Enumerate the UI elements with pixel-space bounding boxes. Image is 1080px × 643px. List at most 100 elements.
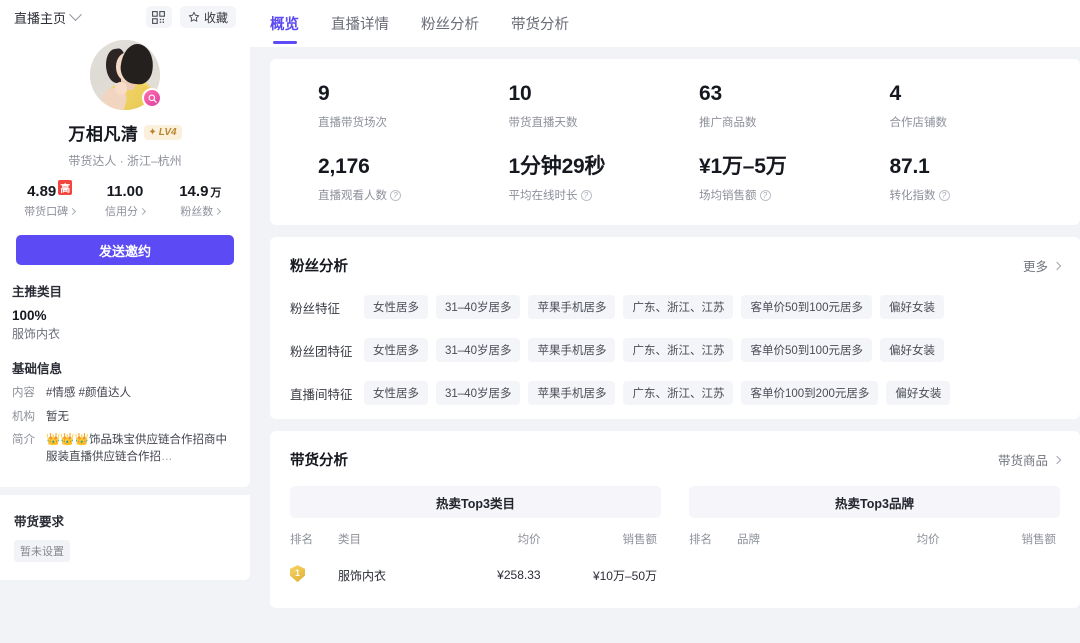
chevron-right-icon	[69, 207, 77, 215]
kpi-value: 63	[699, 82, 722, 105]
td-avg-price: ¥258.33	[497, 568, 541, 583]
live-home-label: 直播主页	[14, 10, 67, 26]
kpi-live-sessions: 9 直播带货场次	[318, 82, 509, 130]
chip: 广东、浙江、江苏	[623, 381, 734, 406]
profile-subtitle: 带货达人 · 浙江–杭州	[68, 154, 182, 168]
tabs-bar: 概览 直播详情 粉丝分析 带货分析	[250, 0, 1080, 47]
star-icon	[188, 11, 200, 22]
basic-info-key: 内容	[12, 387, 35, 399]
fan-row-chips: 女性居多 31–40岁居多 苹果手机居多 广东、浙江、江苏 客单价50到100元…	[364, 338, 944, 363]
basic-info-value: 暂无	[46, 410, 69, 423]
requirement-card: 带货要求 暂未设置	[0, 494, 250, 580]
level-badge: ✦ LV4	[144, 125, 182, 140]
favorite-button[interactable]: 收藏	[179, 6, 236, 28]
profile-card: 直播主页 收藏 万相凡清 ✦ LV4 带货达人 · 浙江–杭州 4.89 高 带…	[0, 0, 250, 487]
stat-reputation-number: 4.89	[27, 183, 57, 200]
live-search-icon[interactable]	[142, 88, 162, 108]
stat-reputation[interactable]: 4.89 高 带货口碑	[12, 180, 87, 219]
th-category: 类目	[338, 534, 361, 547]
chip: 苹果手机居多	[528, 338, 616, 363]
goods-tables: 热卖Top3类目 排名 类目 均价 销售额 1 服饰内衣 ¥258.33 ¥10…	[290, 486, 1060, 594]
chevron-right-icon	[1052, 455, 1062, 464]
send-invite-button[interactable]: 发送邀约	[16, 235, 234, 265]
th-avg-price: 均价	[517, 534, 541, 547]
chip: 苹果手机居多	[528, 381, 616, 406]
table-header-row: 排名 类目 均价 销售额	[290, 518, 661, 556]
th-rank: 排名	[689, 534, 712, 547]
chip: 31–40岁居多	[436, 381, 521, 406]
stat-reputation-value: 4.89 高	[12, 180, 87, 200]
qr-code-icon	[152, 10, 166, 24]
kpi-label-row: 带货直播天数	[509, 114, 700, 130]
chevron-down-icon	[69, 7, 82, 21]
help-icon[interactable]: ?	[938, 189, 950, 201]
live-home-selector[interactable]: 直播主页	[14, 7, 82, 27]
tab-live-detail[interactable]: 直播详情	[331, 0, 389, 47]
chip: 苹果手机居多	[528, 295, 616, 320]
stat-credit-number: 11.00	[106, 183, 144, 200]
level-badge-label: LV4	[158, 127, 177, 138]
main-column: 概览 直播详情 粉丝分析 带货分析 9 直播带货场次 10 带货直播天数 63 …	[250, 0, 1080, 643]
chip: 女性居多	[364, 338, 428, 363]
favorite-label: 收藏	[203, 10, 228, 25]
kpi-label: 带货直播天数	[508, 117, 578, 130]
kpi-label: 场均销售额	[699, 190, 757, 203]
tab-fan-analysis[interactable]: 粉丝分析	[421, 0, 479, 47]
top-brands-table: 排名 品牌 均价 销售额	[689, 518, 1060, 556]
table-row[interactable]: 1 服饰内衣 ¥258.33 ¥10万–50万	[290, 556, 661, 594]
stat-credit-label-row: 信用分	[87, 203, 162, 219]
basic-info-row-agency: 机构 暂无	[12, 409, 238, 426]
th-avg-price: 均价	[916, 534, 940, 547]
kpi-label: 直播观看人数	[318, 190, 387, 203]
help-icon[interactable]: ?	[759, 189, 771, 201]
chip: 31–40岁居多	[436, 295, 521, 320]
qr-code-button[interactable]	[145, 6, 172, 28]
chip: 偏好女装	[879, 338, 944, 363]
chip: 31–40岁居多	[436, 338, 521, 363]
tab-goods-analysis[interactable]: 带货分析	[511, 0, 569, 47]
goods-products-link[interactable]: 带货商品	[998, 450, 1062, 469]
kpi-label: 合作店铺数	[889, 117, 948, 130]
fan-row-label: 直播间特征	[290, 387, 353, 402]
chip: 广东、浙江、江苏	[623, 295, 734, 320]
th-brand: 品牌	[737, 534, 760, 547]
basic-info-key: 简介	[12, 434, 35, 447]
fan-row-fanclub: 粉丝团特征 女性居多 31–40岁居多 苹果手机居多 广东、浙江、江苏 客单价5…	[290, 338, 1060, 363]
kpi-value: 87.1	[889, 155, 930, 179]
top-brands-banner: 热卖Top3品牌	[689, 486, 1060, 519]
sparkle-icon: ✦	[148, 126, 157, 138]
kpi-value: 10	[508, 82, 532, 105]
help-icon[interactable]: ?	[580, 189, 592, 201]
avatar-wrapper[interactable]	[90, 40, 162, 110]
kpi-conversion-index: 87.1 转化指数 ?	[889, 155, 1080, 203]
more-label: 更多	[1022, 260, 1048, 275]
profile-page: 直播主页 收藏 万相凡清 ✦ LV4 带货达人 · 浙江–杭州 4.89 高 带…	[0, 0, 1080, 643]
td-category: 服饰内衣	[338, 568, 387, 583]
kpi-avg-online-time: 1分钟29秒 平均在线时长 ?	[508, 155, 700, 203]
goods-analysis-header: 带货分析 带货商品	[290, 449, 1062, 470]
tab-overview[interactable]: 概览	[270, 0, 299, 47]
kpi-label: 平均在线时长	[508, 190, 578, 203]
chip: 广东、浙江、江苏	[623, 338, 734, 363]
kpi-label-row: 转化指数 ?	[890, 187, 1080, 203]
kpi-label: 直播带货场次	[318, 117, 387, 130]
help-icon[interactable]: ?	[390, 189, 401, 201]
chevron-right-icon	[1052, 261, 1062, 270]
intro-ellipsis[interactable]: …	[161, 451, 173, 463]
kpi-live-days: 10 带货直播天数	[508, 82, 700, 130]
stat-fans-label: 粉丝数	[180, 206, 214, 218]
sidebar-top-actions: 收藏	[145, 6, 236, 28]
kpi-value: 2,176	[318, 155, 370, 179]
chevron-right-icon	[214, 207, 222, 215]
fan-analysis-more-link[interactable]: 更多	[1022, 256, 1062, 275]
profile-name: 万相凡清	[68, 125, 139, 144]
basic-info-key: 机构	[12, 410, 35, 423]
fan-row-liveroom: 直播间特征 女性居多 31–40岁居多 苹果手机居多 广东、浙江、江苏 客单价1…	[290, 381, 1060, 406]
stat-fans[interactable]: 14.9 万 粉丝数	[163, 183, 238, 219]
medal-rank-number: 1	[294, 567, 300, 578]
main-category-percent: 100%	[12, 308, 47, 323]
kpi-avg-sales: ¥1万–5万 场均销售额 ?	[699, 155, 890, 203]
stat-credit[interactable]: 11.00 信用分	[87, 183, 162, 219]
stat-credit-label: 信用分	[104, 206, 138, 218]
sidebar-top-bar: 直播主页 收藏	[12, 0, 238, 34]
